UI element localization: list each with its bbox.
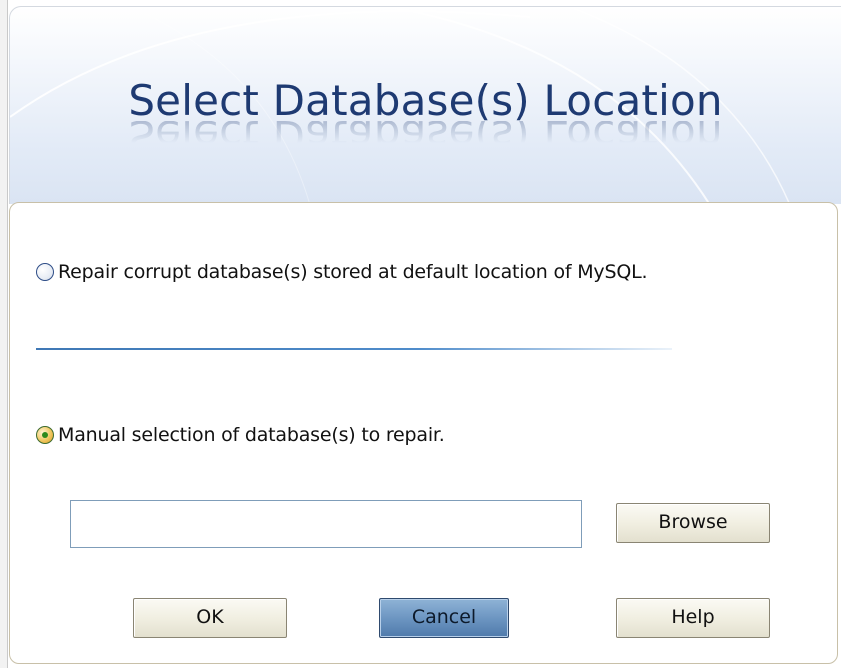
window-left-edge (0, 0, 8, 668)
database-path-input[interactable] (70, 500, 582, 548)
default-location-label[interactable]: Repair corrupt database(s) stored at def… (58, 261, 648, 283)
page-title: Select Database(s) Location (128, 76, 723, 125)
cancel-button[interactable]: Cancel (379, 598, 509, 638)
help-button[interactable]: Help (616, 598, 770, 638)
default-location-option[interactable]: Repair corrupt database(s) stored at def… (36, 258, 648, 286)
browse-button[interactable]: Browse (616, 503, 770, 543)
ok-button[interactable]: OK (133, 598, 287, 638)
manual-selection-option[interactable]: Manual selection of database(s) to repai… (36, 421, 445, 449)
manual-selection-label[interactable]: Manual selection of database(s) to repai… (58, 424, 445, 446)
dialog-header: Select Database(s) Location Select Datab… (9, 6, 841, 204)
select-database-location-dialog: Select Database(s) Location Select Datab… (0, 0, 841, 668)
manual-selection-radio[interactable] (36, 426, 54, 444)
default-location-radio[interactable] (36, 263, 54, 281)
options-separator (36, 348, 672, 350)
